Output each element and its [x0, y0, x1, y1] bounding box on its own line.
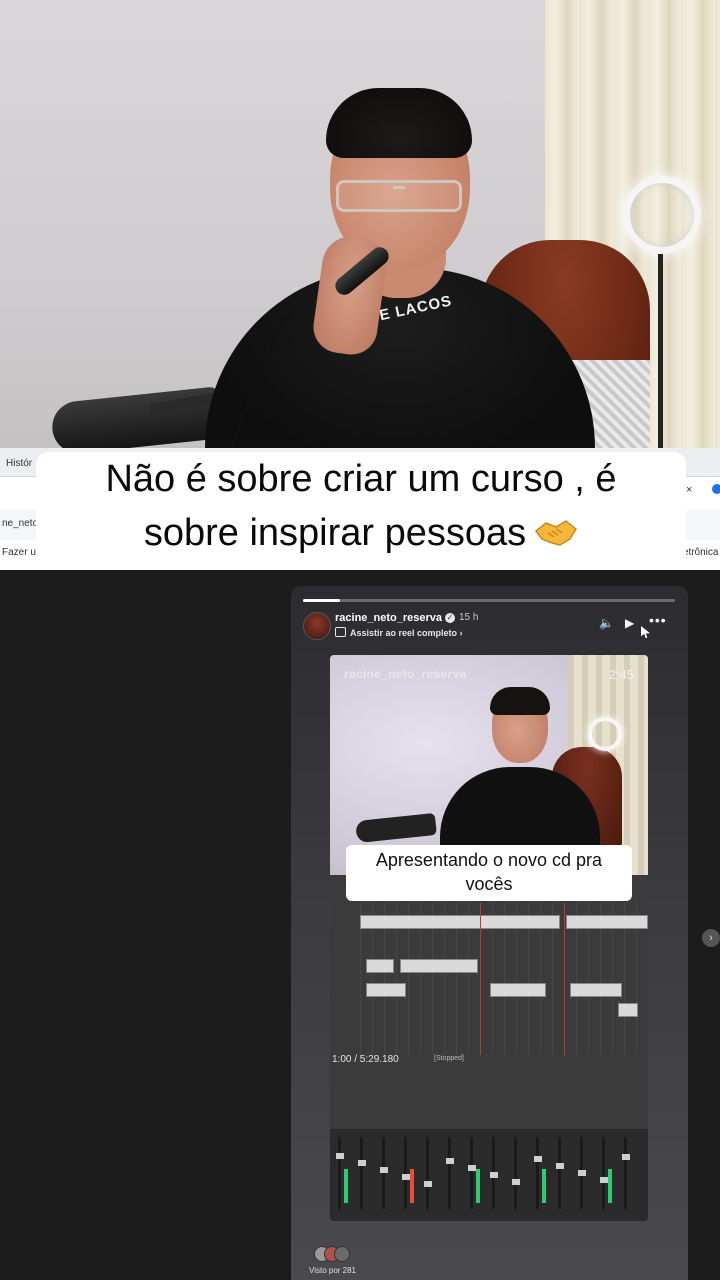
seen-by-count[interactable]: Visto por 281 [309, 1266, 356, 1275]
mixer-meter [410, 1169, 414, 1203]
mixer-fader [578, 1170, 586, 1176]
video-caption-line-1: Apresentando o novo cd pra [375, 850, 603, 870]
mixer-meter [476, 1169, 480, 1203]
mixer-channel [536, 1137, 539, 1209]
camera-scene: STE LACOS [0, 0, 720, 455]
mixer-fader [468, 1165, 476, 1171]
mixer-fader [556, 1163, 564, 1169]
close-icon[interactable]: × [686, 484, 692, 496]
chevron-right-icon: › [457, 628, 463, 638]
video-caption-line-2: vocês [465, 874, 513, 894]
watch-full-reel-label: Assistir ao reel completo [350, 628, 458, 638]
video-ring-light [588, 717, 622, 751]
verified-badge-icon: ✓ [445, 613, 455, 623]
more-options-icon[interactable]: ••• [649, 612, 667, 628]
story-viewer[interactable]: racine_neto_reserva ✓ 15 h Assistir ao r… [291, 586, 688, 1280]
daw-track [490, 983, 546, 997]
mixer-channel [624, 1137, 627, 1209]
mixer-fader [512, 1179, 520, 1185]
daw-track [400, 959, 478, 973]
daw-marker [564, 903, 565, 1055]
daw-screen: 1:00 / 5:29.180 [Stopped] [330, 875, 648, 1221]
avatar[interactable] [303, 612, 331, 640]
mixer-channel [404, 1137, 407, 1209]
mixer-fader [336, 1153, 344, 1159]
mixer-meter [344, 1169, 348, 1203]
mixer-fader [402, 1174, 410, 1180]
caption-line-2: sobre inspirar pessoas [36, 510, 686, 556]
story-time-ago: 15 h [459, 612, 479, 623]
seen-by-avatars[interactable] [314, 1246, 354, 1262]
watch-full-reel-link[interactable]: Assistir ao reel completo › [335, 627, 463, 638]
story-video[interactable]: racine_neto_reserva 2:45 1:00 / 5:29.180… [330, 655, 648, 1221]
daw-track [570, 983, 622, 997]
mixer-fader [358, 1160, 366, 1166]
mixer-channel [338, 1137, 341, 1209]
mixer-channel [470, 1137, 473, 1209]
daw-time-readout: 1:00 / 5:29.180 [332, 1054, 399, 1065]
video-guitar [355, 812, 437, 844]
story-progress-bar [303, 599, 675, 602]
daw-track [366, 983, 406, 997]
story-progress-fill [303, 599, 341, 602]
story-username[interactable]: racine_neto_reserva [335, 612, 442, 624]
caption-line-2-text: sobre inspirar pessoas [143, 512, 527, 554]
daw-track [618, 1003, 638, 1017]
person-hair [326, 88, 472, 158]
mixer-channel [602, 1137, 605, 1209]
ring-light-stand [658, 254, 663, 455]
daw-marker [480, 903, 481, 1055]
mixer-fader [534, 1156, 542, 1162]
mixer-channel [514, 1137, 517, 1209]
reel-icon [335, 627, 346, 637]
mute-icon[interactable]: 🔈 [599, 616, 614, 630]
video-duration: 2:45 [608, 667, 634, 682]
mixer-fader [600, 1177, 608, 1183]
mixer-channel [382, 1137, 385, 1209]
avatar [334, 1246, 350, 1262]
video-caption: Apresentando o novo cd pra vocês [346, 845, 632, 901]
mixer-fader [622, 1154, 630, 1160]
ring-light [623, 176, 701, 254]
daw-track [366, 959, 394, 973]
mixer-meter [542, 1169, 546, 1203]
daw-status: [Stopped] [434, 1055, 464, 1062]
video-person-hair [490, 687, 550, 715]
video-caption: Não é sobre criar um curso , é sobre ins… [36, 452, 686, 568]
mixer-fader [490, 1172, 498, 1178]
mixer-channel [448, 1137, 451, 1209]
daw-track [566, 915, 648, 929]
mixer-channel [360, 1137, 363, 1209]
glasses [336, 180, 462, 212]
mixer-fader [380, 1167, 388, 1173]
mixer-fader [424, 1181, 432, 1187]
next-story-button[interactable]: › [702, 929, 720, 947]
mixer-fader [446, 1158, 454, 1164]
handshake-emoji-icon [535, 520, 578, 546]
browser-tab-fragment[interactable]: Histór [6, 458, 32, 469]
mixer-meter [608, 1169, 612, 1203]
mixer-channel [426, 1137, 429, 1209]
daw-mixer [330, 1129, 648, 1221]
play-icon[interactable]: ▶ [625, 616, 634, 630]
caption-line-1: Não é sobre criar um curso , é [105, 458, 617, 500]
profile-dot-icon[interactable] [712, 484, 720, 494]
glasses-bridge [393, 186, 405, 189]
daw-track [360, 915, 560, 929]
mixer-channel [558, 1137, 561, 1209]
video-scene: racine_neto_reserva 2:45 [330, 655, 648, 877]
video-username: racine_neto_reserva [344, 667, 467, 681]
